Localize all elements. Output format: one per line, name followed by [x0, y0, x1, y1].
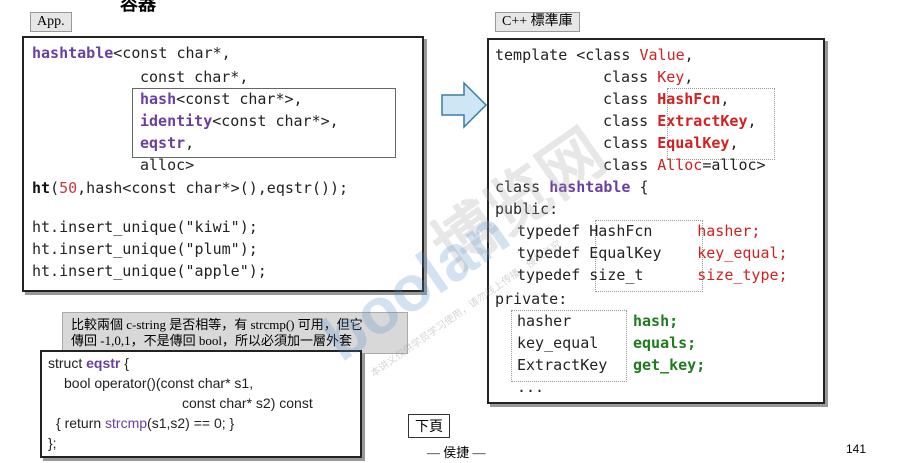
- eqstr-code-panel: struct eqstr { bool operator()(const cha…: [40, 350, 362, 458]
- lib-line-4: class ExtractKey,: [603, 112, 757, 130]
- app-line-10: ht.insert_unique("apple");: [32, 262, 267, 280]
- lib-line-14: key_equal equals;: [517, 334, 697, 352]
- lib-line-11: typedef size_t size_type;: [517, 266, 788, 284]
- lib-line-8: public:: [495, 200, 559, 218]
- lib-line-12: private:: [495, 290, 568, 308]
- app-line-3: hash<const char*>,: [140, 90, 303, 108]
- note-line-2: 傳回 -1,0,1，不是傳回 bool，所以必須加一層外套: [71, 333, 352, 348]
- lib-line-16: ...: [517, 378, 545, 396]
- lib-line-6: class Alloc=alloc>: [603, 156, 766, 174]
- app-line-6: alloc>: [140, 156, 195, 174]
- eqstr-line-1: struct eqstr {: [48, 355, 129, 371]
- app-line-4: identity<const char*>,: [140, 112, 339, 130]
- app-line-8: ht.insert_unique("kiwi");: [32, 218, 258, 236]
- next-page-button[interactable]: 下頁: [408, 414, 450, 438]
- eqstr-line-4: { return strcmp(s1,s2) == 0; }: [56, 415, 235, 431]
- page-heading: 容器: [120, 0, 156, 14]
- stdlib-code: template <class Value, class Key, class …: [489, 40, 823, 402]
- eqstr-line-5: };: [48, 435, 57, 451]
- right-arrow-icon: [441, 81, 488, 129]
- app-line-5: eqstr,: [140, 134, 195, 152]
- lib-line-9: typedef HashFcn hasher;: [517, 222, 761, 240]
- app-code: hashtable<const char*, const char*, hash…: [24, 38, 422, 290]
- app-line-7: ht(50,hash<const char*>(),eqstr());: [32, 179, 349, 197]
- lib-line-2: class Key,: [603, 68, 694, 86]
- stdlib-code-panel: template <class Value, class Key, class …: [487, 38, 825, 404]
- lib-line-15: ExtractKey get_key;: [517, 356, 706, 374]
- app-label: App.: [30, 12, 72, 32]
- app-line-2: const char*,: [140, 68, 249, 86]
- note-line-1: 比較兩個 c-string 是否相等，有 strcmp() 可用，但它: [71, 317, 363, 332]
- lib-line-3: class HashFcn,: [603, 90, 730, 108]
- lib-line-10: typedef EqualKey key_equal;: [517, 244, 788, 262]
- stdlib-label: C++ 標準庫: [495, 12, 580, 32]
- lib-line-1: template <class Value,: [495, 46, 694, 64]
- app-line-1: hashtable<const char*,: [32, 44, 231, 62]
- lib-line-5: class EqualKey,: [603, 134, 739, 152]
- strcmp-note: 比較兩個 c-string 是否相等，有 strcmp() 可用，但它 傳回 -…: [62, 312, 408, 354]
- lib-line-7: class hashtable {: [495, 178, 649, 196]
- page-number: 141: [846, 442, 867, 456]
- eqstr-line-2: bool operator()(const char* s1,: [64, 375, 254, 391]
- eqstr-line-3: const char* s2) const: [182, 395, 313, 411]
- author-credit: — 侯捷 —: [427, 445, 486, 460]
- app-line-9: ht.insert_unique("plum");: [32, 240, 258, 258]
- eqstr-code: struct eqstr { bool operator()(const cha…: [42, 352, 360, 456]
- lib-line-13: hasher hash;: [517, 312, 679, 330]
- app-code-panel: hashtable<const char*, const char*, hash…: [22, 36, 424, 292]
